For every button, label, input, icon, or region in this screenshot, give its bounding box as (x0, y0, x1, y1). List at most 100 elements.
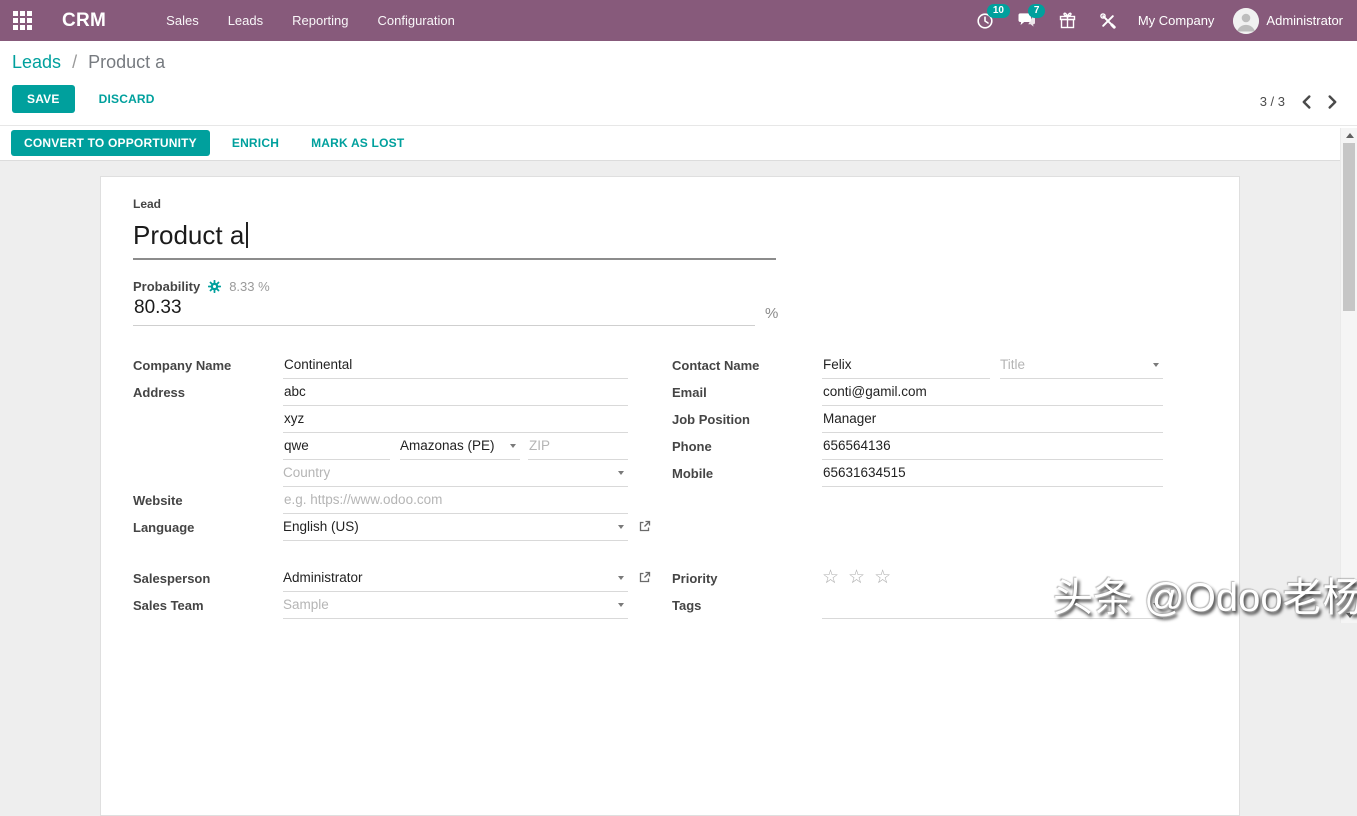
pager: 3 / 3 (1260, 94, 1337, 109)
salesperson-select[interactable]: Administrator (283, 565, 628, 592)
vertical-scrollbar[interactable] (1340, 128, 1357, 623)
gift-icon (1059, 12, 1076, 29)
country-select[interactable]: Country (283, 460, 628, 487)
breadcrumb-leads-link[interactable]: Leads (12, 52, 61, 72)
contact-name-input[interactable] (822, 357, 990, 374)
sales-team-row: Sales Team Sample (133, 592, 628, 619)
messages-button[interactable]: 7 (1015, 0, 1038, 41)
star-icon[interactable]: ☆ (874, 568, 891, 587)
address-street-row: Address (133, 379, 628, 406)
mark-as-lost-button[interactable]: MARK AS LOST (301, 130, 414, 156)
discard-button[interactable]: DISCARD (89, 85, 165, 113)
salesperson-external-link-icon[interactable] (638, 571, 651, 584)
chevron-down-icon (618, 525, 624, 529)
scroll-up-arrow[interactable] (1346, 133, 1354, 138)
user-name[interactable]: Administrator (1266, 13, 1343, 28)
title-select[interactable]: Title (1000, 352, 1163, 379)
star-icon[interactable]: ☆ (822, 568, 839, 587)
language-select[interactable]: English (US) (283, 514, 628, 541)
chevron-down-icon (618, 576, 624, 580)
street-input[interactable] (283, 384, 628, 401)
priority-stars: ☆ ☆ ☆ (822, 568, 891, 589)
address-city-row: Amazonas (PE) (133, 433, 628, 460)
language-external-link-icon[interactable] (638, 520, 651, 533)
email-row: Email (672, 379, 1163, 406)
zip-input[interactable] (528, 438, 628, 455)
country-row: Country (133, 460, 628, 487)
app-name[interactable]: CRM (62, 10, 106, 32)
tags-row: Tags (672, 592, 1163, 619)
probability-field (133, 297, 755, 326)
topbar-right: 10 7 My Company Administrator (974, 0, 1343, 41)
job-position-input[interactable] (822, 411, 1163, 428)
contact-name-label: Contact Name (672, 352, 822, 379)
enrich-button[interactable]: ENRICH (222, 130, 289, 156)
lead-title-input[interactable]: Product a (133, 220, 776, 260)
sales-team-select[interactable]: Sample (283, 592, 628, 619)
state-value: Amazonas (PE) (400, 438, 495, 455)
address-street2-row (133, 406, 628, 433)
probability-input[interactable] (133, 297, 756, 325)
star-icon[interactable]: ☆ (848, 568, 865, 587)
pager-previous-button[interactable] (1302, 95, 1311, 109)
language-row: Language English (US) (133, 514, 628, 541)
save-button[interactable]: SAVE (12, 85, 75, 113)
job-position-row: Job Position (672, 406, 1163, 433)
title-placeholder: Title (1000, 357, 1025, 374)
developer-tools-button[interactable] (1097, 0, 1119, 41)
tools-icon (1099, 12, 1117, 30)
main-menu: Sales Leads Reporting Configuration (166, 13, 455, 28)
chevron-down-icon (1153, 603, 1159, 607)
priority-row: Priority ☆ ☆ ☆ (672, 565, 1163, 592)
menu-configuration[interactable]: Configuration (378, 13, 455, 28)
tags-select[interactable] (822, 592, 1163, 619)
salesperson-label: Salesperson (133, 565, 283, 592)
avatar[interactable] (1233, 8, 1259, 34)
scrollbar-thumb[interactable] (1343, 143, 1355, 311)
pager-count[interactable]: 3 / 3 (1260, 94, 1285, 109)
priority-label: Priority (672, 565, 822, 592)
menu-sales[interactable]: Sales (166, 13, 199, 28)
percent-suffix: % (765, 305, 778, 326)
language-label: Language (133, 514, 283, 541)
form-statusbar: CONVERT TO OPPORTUNITY ENRICH MARK AS LO… (0, 126, 1357, 161)
company-switcher[interactable]: My Company (1138, 13, 1215, 28)
scroll-down-arrow[interactable] (1346, 613, 1354, 618)
mobile-row: Mobile (672, 460, 1163, 487)
email-label: Email (672, 379, 822, 406)
phone-label: Phone (672, 433, 822, 460)
pager-next-button[interactable] (1328, 95, 1337, 109)
website-input[interactable] (283, 492, 628, 509)
probability-auto-value: 8.33 % (229, 279, 269, 294)
convert-to-opportunity-button[interactable]: CONVERT TO OPPORTUNITY (11, 130, 210, 156)
gift-button[interactable] (1057, 0, 1078, 41)
email-input[interactable] (822, 384, 1163, 401)
apps-menu-button[interactable] (0, 0, 44, 41)
menu-leads[interactable]: Leads (228, 13, 263, 28)
message-count-badge: 7 (1028, 4, 1046, 18)
activity-count-badge: 10 (987, 4, 1010, 18)
user-menu[interactable]: Administrator (1233, 8, 1343, 34)
address-label: Address (133, 379, 283, 406)
control-panel: Leads / Product a SAVE DISCARD 3 / 3 (0, 41, 1357, 126)
menu-reporting[interactable]: Reporting (292, 13, 348, 28)
chevron-right-icon (1328, 95, 1337, 109)
salesperson-row: Salesperson Administrator (133, 565, 628, 592)
salesperson-value: Administrator (283, 570, 363, 587)
activities-button[interactable]: 10 (974, 0, 996, 41)
company-name-input[interactable] (283, 357, 628, 374)
website-label: Website (133, 487, 283, 514)
sales-team-label: Sales Team (133, 592, 283, 619)
gear-icon[interactable] (208, 280, 221, 293)
chevron-down-icon (1153, 363, 1159, 367)
text-cursor (246, 222, 248, 248)
job-position-label: Job Position (672, 406, 822, 433)
top-navbar: CRM Sales Leads Reporting Configuration … (0, 0, 1357, 41)
language-value: English (US) (283, 519, 359, 536)
street2-input[interactable] (283, 411, 628, 428)
phone-input[interactable] (822, 438, 1163, 455)
city-input[interactable] (283, 438, 390, 455)
state-select[interactable]: Amazonas (PE) (400, 433, 520, 460)
mobile-input[interactable] (822, 465, 1163, 482)
company-name-row: Company Name (133, 352, 628, 379)
